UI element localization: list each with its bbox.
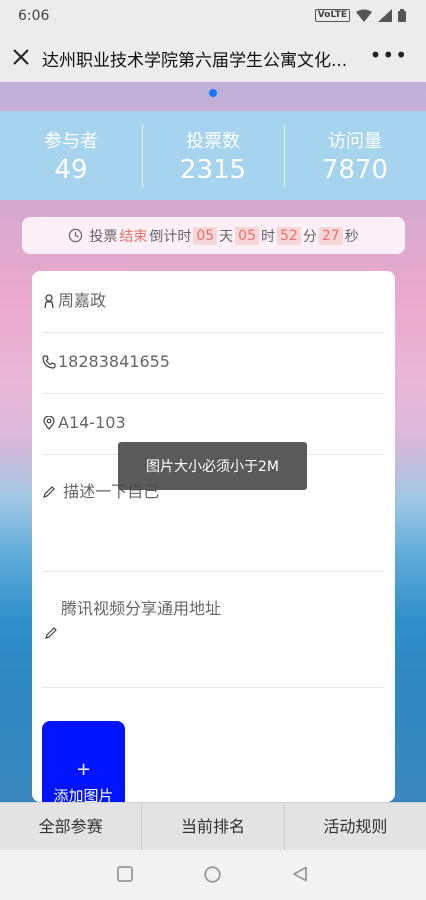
status-bar: 6:06 VoLTE: [0, 0, 426, 34]
close-icon[interactable]: [10, 46, 32, 68]
countdown-seconds-unit: 秒: [344, 228, 359, 245]
stats-panel: 参与者 49 投票数 2315 访问量 7870: [0, 111, 426, 200]
stat-visits: 访问量 7870: [284, 111, 426, 200]
name-field[interactable]: 周嘉政: [42, 271, 384, 333]
more-menu-icon[interactable]: •••: [370, 43, 408, 67]
back-icon[interactable]: [292, 866, 308, 882]
stat-label: 访问量: [328, 131, 382, 152]
status-time: 6:06: [18, 8, 50, 24]
phone-field[interactable]: 18283841655: [42, 332, 384, 394]
room-value: A14-103: [58, 413, 126, 432]
carousel-indicator[interactable]: [209, 89, 217, 97]
countdown-bar: 投票 结束 倒计时 05 天 05 时 52 分 27 秒: [22, 217, 405, 254]
pencil-icon: [43, 486, 55, 498]
pencil-icon: [45, 627, 57, 639]
countdown-minutes-unit: 分: [302, 228, 317, 245]
stat-value: 7870: [321, 155, 389, 185]
phone-value: 18283841655: [58, 352, 170, 371]
plus-icon: +: [75, 759, 92, 780]
clock-icon: [69, 228, 83, 243]
system-navigation-bar: [0, 850, 426, 900]
bottom-tab-bar: 全部参赛 当前排名 活动规则: [0, 802, 426, 851]
entry-form: 周嘉政 18283841655 A14-103 描述一下自己 腾讯视频分享通用地…: [32, 271, 395, 811]
countdown-days: 05: [193, 226, 218, 245]
stat-votes: 投票数 2315: [142, 111, 284, 200]
person-icon: [44, 294, 54, 308]
volte-badge: VoLTE: [314, 9, 350, 22]
signal-icon: [378, 9, 392, 22]
countdown-seconds: 27: [318, 226, 343, 245]
countdown-days-unit: 天: [219, 228, 234, 245]
countdown-label: 倒计时: [149, 228, 192, 245]
location-icon: [43, 416, 55, 430]
page-title: 达州职业技术学院第六届学生公寓文化...: [42, 51, 348, 71]
video-url-field[interactable]: 腾讯视频分享通用地址: [42, 571, 384, 688]
stat-participants: 参与者 49: [0, 111, 142, 200]
status-icons: VoLTE: [314, 9, 406, 22]
tab-rules[interactable]: 活动规则: [283, 803, 426, 851]
tab-current-ranking[interactable]: 当前排名: [141, 803, 283, 851]
video-url-placeholder: 腾讯视频分享通用地址: [61, 599, 222, 618]
toast-message: 图片大小必须小于2M: [118, 442, 307, 490]
home-icon[interactable]: [204, 866, 221, 883]
countdown-state: 结束: [119, 228, 148, 245]
countdown-hours-unit: 时: [261, 228, 275, 245]
countdown-hours: 05: [235, 226, 259, 245]
countdown-prefix: 投票: [89, 228, 118, 245]
stat-label: 投票数: [186, 131, 240, 152]
stat-value: 49: [54, 155, 88, 185]
nav-bar: 达州职业技术学院第六届学生公寓文化... •••: [0, 34, 426, 83]
add-image-button[interactable]: + 添加图片: [42, 721, 125, 811]
name-value: 周嘉政: [58, 291, 107, 310]
phone-icon: [42, 355, 56, 369]
recents-icon[interactable]: [117, 866, 133, 882]
battery-icon: [398, 9, 406, 22]
tab-all-entries[interactable]: 全部参赛: [0, 803, 141, 851]
stat-value: 2315: [179, 155, 247, 185]
stat-label: 参与者: [44, 131, 98, 152]
countdown-minutes: 52: [277, 226, 301, 245]
wifi-icon: [356, 9, 372, 22]
